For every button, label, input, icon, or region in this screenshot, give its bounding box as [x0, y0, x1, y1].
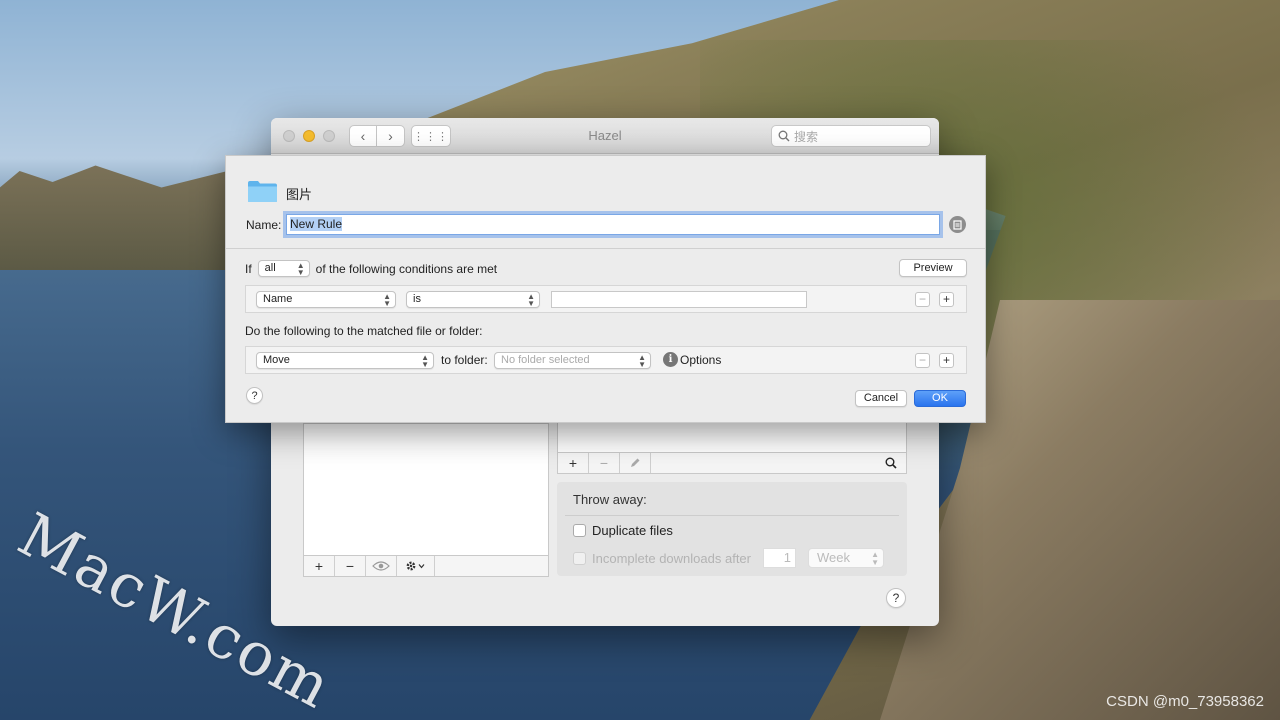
condition-attribute-select[interactable]: Name ▲ ▼ [256, 291, 396, 308]
match-mode-select[interactable]: all ▲ ▼ [257, 260, 310, 277]
unit-value: Week [816, 550, 850, 565]
incomplete-downloads-checkbox[interactable] [573, 551, 586, 565]
updown-arrows-icon: ▲ ▼ [527, 292, 535, 308]
condition-operator-value: is [413, 293, 421, 305]
condition-row: Name ▲ ▼ is ▲ ▼ − + [245, 285, 967, 313]
search-icon [778, 130, 790, 142]
action-type-value: Move [263, 354, 290, 366]
notes-button[interactable] [949, 216, 966, 233]
folder-icon [248, 181, 277, 202]
add-condition-button[interactable]: + [939, 292, 954, 307]
rules-list[interactable] [557, 423, 907, 453]
conditions-header: If all ▲ ▼ of the following conditions ar… [245, 260, 497, 277]
incomplete-downloads-unit-select[interactable]: Week ▲ ▼ [807, 548, 884, 568]
incomplete-downloads-row: Incomplete downloads after 1 Week ▲ ▼ [573, 548, 884, 568]
duplicate-files-checkbox[interactable] [573, 524, 586, 537]
throw-away-title: Throw away: [573, 492, 647, 507]
add-folder-button[interactable]: + [304, 556, 335, 576]
note-icon [953, 219, 962, 230]
remove-condition-button[interactable]: − [915, 292, 930, 307]
gear-icon [406, 561, 424, 571]
remove-action-button[interactable]: − [915, 353, 930, 368]
add-action-button[interactable]: + [939, 353, 954, 368]
info-icon[interactable]: i [663, 352, 678, 367]
duplicate-files-label: Duplicate files [592, 523, 673, 538]
updown-arrows-icon: ▲ ▼ [871, 550, 879, 567]
remove-rule-button[interactable]: − [589, 453, 620, 473]
rule-name-input[interactable]: New Rule [286, 214, 940, 235]
rules-filter-field[interactable] [651, 453, 876, 473]
incomplete-downloads-count[interactable]: 1 [762, 548, 796, 568]
duplicate-files-row: Duplicate files [573, 523, 673, 538]
to-folder-label: to folder: [441, 353, 488, 367]
options-link[interactable]: Options [680, 353, 721, 367]
eye-button[interactable] [366, 556, 397, 576]
rules-toolbar: + − [557, 452, 907, 474]
search-input[interactable]: 搜索 [771, 125, 931, 147]
condition-attribute-value: Name [263, 293, 293, 305]
search-placeholder: 搜索 [794, 129, 819, 144]
throw-away-panel: Throw away: Duplicate files Incomplete d… [557, 482, 907, 576]
search-icon [885, 457, 897, 469]
divider [565, 515, 899, 516]
action-row: Move ▲ ▼ to folder: No folder selected ▲ ▼… [245, 346, 967, 374]
rule-name-value: New Rule [290, 217, 343, 231]
condition-operator-select[interactable]: is ▲ ▼ [406, 291, 540, 308]
title-bar: ‹ › ⋮⋮⋮ Hazel 搜索 [271, 118, 939, 154]
folders-toolbar: + − [303, 555, 549, 577]
action-type-select[interactable]: Move ▲ ▼ [256, 352, 434, 369]
name-label: Name: [246, 218, 282, 232]
pencil-icon [631, 458, 640, 467]
conditions-text: of the following conditions are met [315, 261, 498, 276]
rule-editor-sheet: 图片 Name: New Rule If all ▲ ▼ of the follo… [225, 155, 986, 423]
updown-arrows-icon: ▲ ▼ [383, 292, 391, 308]
remove-folder-button[interactable]: − [335, 556, 366, 576]
updown-arrows-icon: ▲ ▼ [296, 261, 305, 277]
credit-text: CSDN @m0_73958362 [1106, 693, 1264, 710]
incomplete-downloads-label: Incomplete downloads after [592, 550, 751, 566]
folders-list[interactable] [303, 423, 549, 577]
edit-rule-button[interactable] [620, 453, 651, 473]
destination-folder-value: No folder selected [501, 354, 590, 366]
sheet-help-button[interactable]: ? [246, 387, 263, 404]
match-mode-value: all [264, 262, 276, 274]
if-label: If [245, 261, 252, 276]
folder-name: 图片 [286, 187, 313, 202]
updown-arrows-icon: ▲ ▼ [421, 353, 429, 369]
condition-value-input[interactable] [551, 291, 807, 308]
actions-label: Do the following to the matched file or … [245, 324, 483, 338]
updown-arrows-icon: ▲ ▼ [638, 353, 646, 369]
divider [226, 248, 985, 249]
destination-folder-select[interactable]: No folder selected ▲ ▼ [494, 352, 651, 369]
add-rule-button[interactable]: + [558, 453, 589, 473]
rules-search-button[interactable] [876, 453, 906, 473]
help-button[interactable]: ? [886, 588, 906, 608]
ok-button[interactable]: OK [914, 390, 966, 407]
help-label: ? [251, 389, 258, 402]
cancel-button[interactable]: Cancel [855, 390, 907, 407]
help-label: ? [892, 591, 900, 605]
gear-menu-button[interactable] [397, 556, 435, 576]
preview-button[interactable]: Preview [899, 259, 967, 277]
eye-icon [372, 561, 390, 571]
